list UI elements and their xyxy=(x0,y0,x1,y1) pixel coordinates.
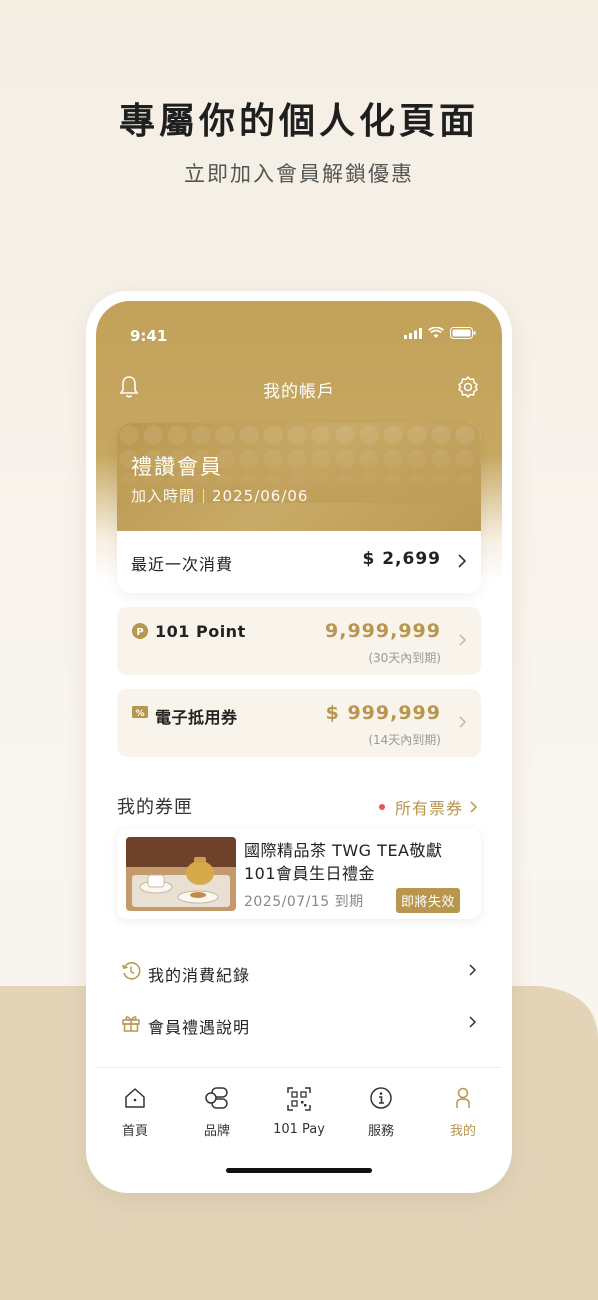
page-title: 我的帳戶 xyxy=(263,382,335,402)
chevron-right-icon xyxy=(469,964,477,976)
home-indicator xyxy=(226,1168,372,1173)
coupon-tea-image xyxy=(126,837,236,911)
tab-mine[interactable]: 我的 xyxy=(428,1086,498,1139)
settings-button[interactable] xyxy=(456,375,480,403)
tab-home[interactable]: 首頁 xyxy=(100,1086,170,1139)
status-icons xyxy=(404,327,476,339)
chevron-right-icon xyxy=(469,1016,477,1028)
tab-label: 首頁 xyxy=(121,1124,148,1139)
signal-icon xyxy=(404,327,422,339)
promo-subline: 立即加入會員解鎖優惠 xyxy=(184,162,414,186)
all-tickets-label: 所有票券 xyxy=(394,799,463,818)
phone-screen: 9:41 我的帳戶 禮讚會員 加入時間 2025/06/06 最近一次消費 $ … xyxy=(96,301,502,1183)
divider xyxy=(203,489,205,503)
history-icon xyxy=(121,962,141,980)
tab-brand[interactable]: 品牌 xyxy=(182,1086,252,1139)
points-expiry-note: (30天內到期) xyxy=(368,651,441,665)
chevron-right-icon xyxy=(459,716,467,728)
chevron-right-icon xyxy=(459,634,467,646)
coupon-card[interactable]: 國際精品茶 TWG TEA敬獻101會員生日禮金 2025/07/15 到期 即… xyxy=(117,829,481,919)
tab-label: 品牌 xyxy=(203,1124,230,1139)
tab-label: 101 Pay xyxy=(273,1122,325,1137)
person-icon xyxy=(456,1087,470,1108)
member-level: 禮讚會員 xyxy=(131,455,223,479)
coupon-expiry: 2025/07/15 到期 xyxy=(244,894,364,910)
last-purchase-row[interactable]: 最近一次消費 $ 2,699 xyxy=(117,531,481,593)
svg-text:%: % xyxy=(135,709,144,719)
all-tickets-link[interactable]: 所有票券 xyxy=(378,795,478,819)
join-date-line: 加入時間 2025/06/06 xyxy=(131,485,308,506)
menu-label: 會員禮遇說明 xyxy=(148,1018,251,1037)
voucher-value: $ 999,999 xyxy=(325,702,441,724)
point-coin-icon: P xyxy=(132,623,148,639)
coupon-title: 國際精品茶 TWG TEA敬獻101會員生日禮金 xyxy=(244,841,443,883)
join-date: 2025/06/06 xyxy=(212,487,309,505)
menu-item-member-benefits[interactable]: 會員禮遇說明 xyxy=(117,1011,481,1041)
gift-icon xyxy=(122,1016,140,1032)
qr-icon xyxy=(287,1087,311,1111)
voucher-row[interactable]: % 電子抵用券 $ 999,999 (14天內到期) xyxy=(117,689,481,757)
gear-icon xyxy=(458,376,478,398)
brand-icon xyxy=(205,1087,228,1109)
wallet-section-title: 我的券匣 xyxy=(117,797,193,818)
red-dot-badge xyxy=(378,804,385,810)
battery-icon xyxy=(450,327,476,339)
menu-label: 我的消費紀錄 xyxy=(148,966,251,985)
join-label: 加入時間 xyxy=(131,487,196,505)
voucher-label: 電子抵用券 xyxy=(155,708,238,727)
points-label: 101 Point xyxy=(155,622,246,641)
points-value: 9,999,999 xyxy=(325,620,441,642)
info-icon xyxy=(370,1087,392,1109)
last-purchase-label: 最近一次消費 xyxy=(131,555,234,574)
chevron-right-icon xyxy=(470,801,478,813)
menu-item-purchase-history[interactable]: 我的消費紀錄 xyxy=(117,959,481,989)
chevron-right-icon xyxy=(458,554,467,568)
tab-service[interactable]: 服務 xyxy=(346,1086,416,1139)
member-card[interactable]: 禮讚會員 加入時間 2025/06/06 最近一次消費 $ 2,699 xyxy=(117,423,481,593)
expiring-badge: 即將失效 xyxy=(395,888,460,913)
tea-set-illustration xyxy=(126,837,236,911)
last-purchase-amount: $ 2,699 xyxy=(362,549,441,569)
promo-headline: 專屬你的個人化頁面 xyxy=(118,101,479,142)
tab-101-pay[interactable]: 101 Pay xyxy=(264,1086,334,1137)
tab-label: 我的 xyxy=(449,1124,476,1139)
bottom-tab-bar: 首頁 品牌 101 Pay 服務 我的 xyxy=(96,1067,502,1183)
member-card-face: 禮讚會員 加入時間 2025/06/06 xyxy=(117,423,481,531)
phone-frame: 9:41 我的帳戶 禮讚會員 加入時間 2025/06/06 最近一次消費 $ … xyxy=(86,291,512,1193)
status-time: 9:41 xyxy=(130,327,168,345)
voucher-expiry-note: (14天內到期) xyxy=(368,733,441,747)
home-icon xyxy=(125,1088,145,1108)
svg-text:P: P xyxy=(136,627,143,638)
voucher-ticket-icon: % xyxy=(132,706,148,719)
wifi-icon xyxy=(428,327,444,338)
tab-label: 服務 xyxy=(367,1124,394,1139)
points-row[interactable]: P 101 Point 9,999,999 (30天內到期) xyxy=(117,607,481,675)
